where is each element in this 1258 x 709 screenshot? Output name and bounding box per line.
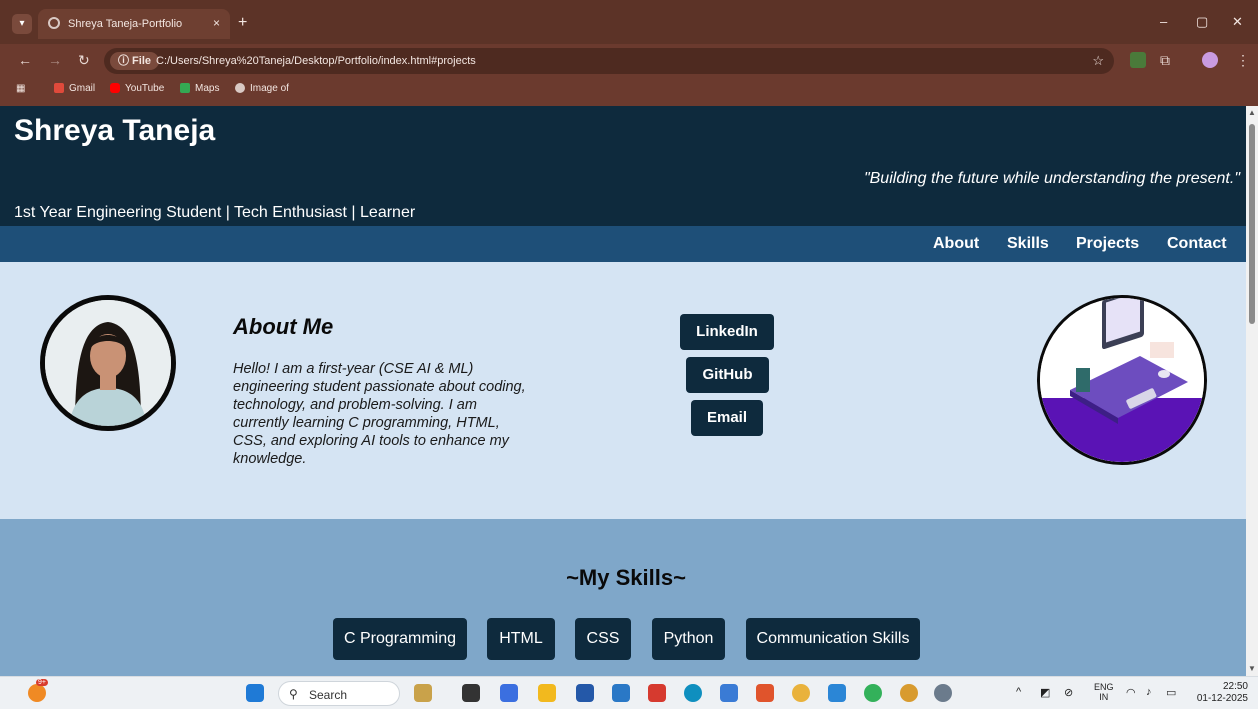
file-explorer-icon[interactable]	[538, 684, 556, 702]
apps-grid-icon[interactable]: ▦	[16, 83, 25, 94]
about-text: Hello! I am a first-year (CSE AI & ML) e…	[233, 361, 526, 467]
about-section: About Me Hello! I am a first-year (CSE A…	[0, 262, 1246, 519]
windows-taskbar: 9+ ⚲ Search ^ ◩ ⊘ ENG IN ◠ ♪ ▭ 22:50 01-1…	[0, 676, 1258, 709]
nav-about[interactable]: About	[933, 235, 979, 253]
skill-html[interactable]: HTML	[487, 618, 555, 660]
extension-icon[interactable]	[1130, 52, 1146, 68]
language-indicator[interactable]: ENG IN	[1094, 682, 1114, 702]
tab-search-icon[interactable]: ▾	[12, 14, 32, 34]
minimize-icon[interactable]: –	[1160, 14, 1167, 29]
address-bar[interactable]: ⓘ File C:/Users/Shreya%20Taneja/Desktop/…	[104, 48, 1114, 74]
header-tagline: 1st Year Engineering Student | Tech Enth…	[14, 204, 416, 221]
browser-tab-strip: ▾ Shreya Taneja-Portfolio × + – ▢ ✕	[0, 0, 1258, 44]
search-label: Search	[309, 688, 348, 702]
site-name: Shreya Taneja	[14, 114, 216, 147]
chrome-icon[interactable]	[792, 684, 810, 702]
workspace-illustration	[1037, 295, 1207, 465]
nav-projects[interactable]: Projects	[1076, 235, 1139, 253]
globe-icon	[235, 83, 245, 94]
vscode-icon[interactable]	[828, 684, 846, 702]
bookmark-image-of[interactable]: Image of	[235, 83, 289, 94]
copilot-icon[interactable]	[500, 684, 518, 702]
tab-close-button[interactable]: ×	[213, 16, 220, 30]
tray-chevron-icon[interactable]: ^	[1016, 686, 1021, 698]
youtube-icon	[110, 83, 120, 94]
whatsapp-icon[interactable]	[864, 684, 882, 702]
edge-icon[interactable]	[684, 684, 702, 702]
close-window-icon[interactable]: ✕	[1232, 14, 1243, 30]
bookmarks-bar: ▦ Gmail YouTube Maps Image of	[0, 76, 1258, 102]
profile-avatar-icon[interactable]	[1202, 52, 1218, 68]
menu-kebab-icon[interactable]: ⋮	[1236, 52, 1250, 69]
task-view-icon[interactable]	[462, 684, 480, 702]
file-app-icon[interactable]	[414, 684, 432, 702]
brave-icon[interactable]	[756, 684, 774, 702]
search-icon: ⚲	[289, 687, 298, 701]
url-text: C:/Users/Shreya%20Taneja/Desktop/Portfol…	[156, 55, 476, 67]
bookmark-star-icon[interactable]: ☆	[1092, 53, 1104, 69]
back-icon[interactable]: ←	[18, 52, 32, 68]
skills-heading: ~My Skills~	[566, 565, 686, 590]
app-icon[interactable]	[612, 684, 630, 702]
browser-toolbar: ← → ↻ ⓘ File C:/Users/Shreya%20Taneja/De…	[0, 44, 1258, 76]
skill-css[interactable]: CSS	[575, 618, 631, 660]
bookmark-youtube[interactable]: YouTube	[110, 83, 164, 94]
github-button[interactable]: GitHub	[686, 357, 769, 393]
store-icon[interactable]	[576, 684, 594, 702]
about-heading: About Me	[233, 314, 334, 339]
gmail-icon	[54, 83, 64, 94]
profile-portrait-icon	[45, 300, 171, 426]
windows-start-icon[interactable]	[246, 684, 264, 702]
site-header: Shreya Taneja "Building the future while…	[0, 106, 1246, 226]
widgets-icon[interactable]	[28, 684, 46, 702]
page-viewport: Shreya Taneja "Building the future while…	[0, 106, 1246, 676]
scroll-up-icon[interactable]: ▲	[1248, 108, 1256, 117]
new-tab-button[interactable]: +	[238, 14, 247, 32]
settings-gear-icon[interactable]	[934, 684, 952, 702]
profile-photo	[40, 295, 176, 431]
skill-communication[interactable]: Communication Skills	[746, 618, 920, 660]
site-nav: About Skills Projects Contact	[0, 226, 1246, 262]
nav-contact[interactable]: Contact	[1167, 235, 1227, 253]
mcafee-icon[interactable]	[648, 684, 666, 702]
scrollbar-thumb[interactable]	[1249, 124, 1255, 324]
page-scrollbar[interactable]: ▲ ▼	[1246, 106, 1258, 676]
linkedin-button[interactable]: LinkedIn	[680, 314, 774, 350]
browser-tab[interactable]: Shreya Taneja-Portfolio ×	[38, 9, 230, 39]
skill-python[interactable]: Python	[652, 618, 725, 660]
tray-app-icon[interactable]: ◩	[1040, 686, 1050, 699]
nav-skills[interactable]: Skills	[1007, 235, 1049, 253]
system-clock[interactable]: 22:50 01-12-2025	[1190, 681, 1248, 705]
scroll-down-icon[interactable]: ▼	[1248, 664, 1256, 673]
notification-badge: 9+	[36, 679, 48, 686]
bookmark-gmail[interactable]: Gmail	[54, 83, 95, 94]
email-button[interactable]: Email	[691, 400, 763, 436]
skill-c-programming[interactable]: C Programming	[333, 618, 467, 660]
header-quote: "Building the future while understanding…	[863, 170, 1240, 187]
volume-icon[interactable]: ♪	[1146, 686, 1152, 698]
puzzle-icon[interactable]: ⧉	[1160, 52, 1170, 69]
tab-title: Shreya Taneja-Portfolio	[68, 18, 183, 30]
restore-icon[interactable]: ▢	[1196, 14, 1208, 30]
app-icon[interactable]	[720, 684, 738, 702]
reload-icon[interactable]: ↻	[78, 52, 90, 69]
bookmark-maps[interactable]: Maps	[180, 83, 219, 94]
skills-section: ~My Skills~ C Programming HTML CSS Pytho…	[0, 519, 1246, 676]
battery-icon[interactable]: ▭	[1166, 686, 1176, 699]
wifi-icon[interactable]: ◠	[1126, 686, 1136, 699]
globe-icon	[48, 17, 60, 29]
site-info-chip[interactable]: ⓘ File	[110, 52, 160, 70]
chrome-icon[interactable]	[900, 684, 918, 702]
tray-no-camera-icon[interactable]: ⊘	[1064, 686, 1073, 699]
maps-icon	[180, 83, 190, 94]
taskbar-search[interactable]: ⚲ Search	[278, 681, 400, 706]
computer-illustration-icon	[1040, 298, 1204, 462]
forward-icon[interactable]: →	[48, 52, 62, 68]
